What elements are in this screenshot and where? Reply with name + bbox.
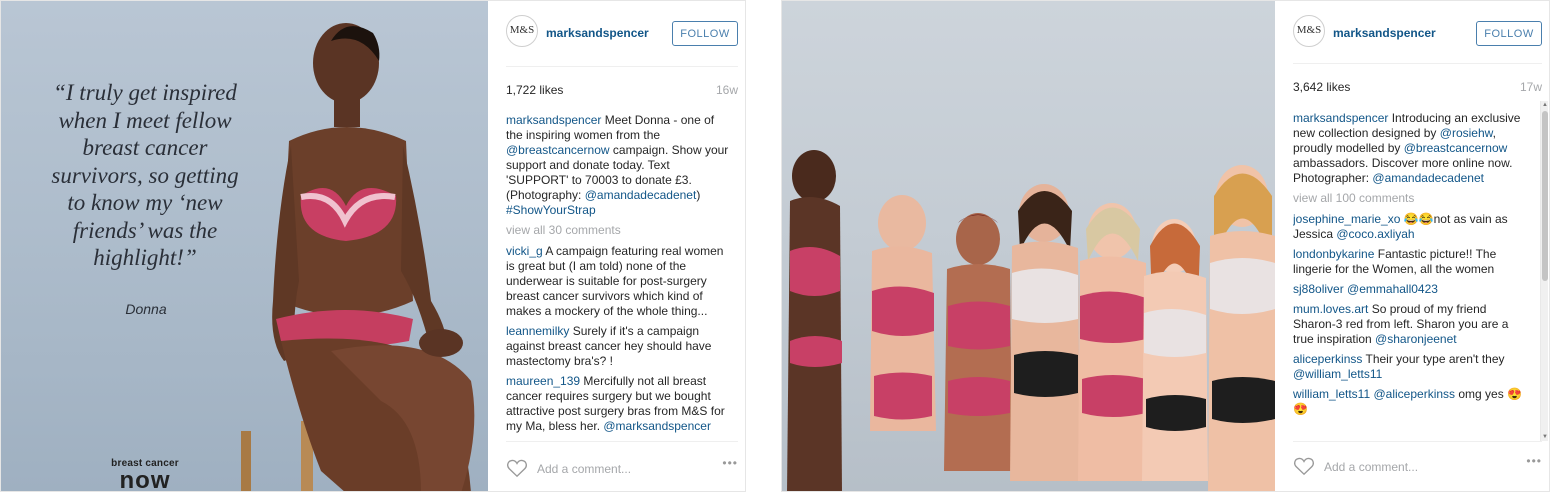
post-header: M&S marksandspencer FOLLOW (506, 13, 738, 57)
campaign-quote: “I truly get inspired when I meet fellow… (51, 80, 239, 270)
model-figures (787, 150, 1275, 491)
likes-count[interactable]: 3,642 likes (1293, 80, 1350, 94)
caption-username[interactable]: marksandspencer (506, 113, 601, 127)
post-age: 17w (1519, 80, 1542, 94)
comment-item: aliceperkinss Their your type aren't the… (1293, 352, 1532, 382)
comment-item: josephine_marie_xo 😂😂not as vain as Jess… (1293, 212, 1532, 242)
post-header: M&S marksandspencer FOLLOW (1293, 13, 1542, 57)
mention-link[interactable]: @sharonjeenet (1375, 332, 1457, 346)
more-options-icon[interactable]: ••• (722, 456, 738, 470)
add-comment-input[interactable]: Add a comment... (537, 462, 631, 476)
comment-username[interactable]: londonbykarine (1293, 247, 1374, 261)
comment-item: mum.loves.art So proud of my friend Shar… (1293, 302, 1532, 347)
mention-link[interactable]: @coco.axliyah (1336, 227, 1414, 241)
likes-count[interactable]: 1,722 likes (506, 83, 563, 97)
avatar[interactable]: M&S (506, 15, 538, 47)
comments-scrollbar[interactable]: ▲ ▼ (1540, 101, 1548, 441)
follow-button[interactable]: FOLLOW (672, 21, 738, 46)
header-divider (506, 66, 738, 67)
footer-divider (506, 441, 738, 442)
mention-link[interactable]: @rosiehw (1440, 126, 1493, 140)
mention-link[interactable]: @william_letts11 (1293, 367, 1382, 381)
comment-item: leannemilky Surely if it's a campaign ag… (506, 324, 734, 369)
caption-username[interactable]: marksandspencer (1293, 111, 1388, 125)
comment-username[interactable]: leannemilky (506, 324, 569, 338)
comments-list: marksandspencer Introducing an exclusive… (1293, 111, 1532, 436)
comment-username[interactable]: vicki_g (506, 244, 543, 258)
post-meta: 3,642 likes 17w (1293, 80, 1542, 96)
heart-icon[interactable] (1293, 456, 1315, 476)
caption: marksandspencer Meet Donna - one of the … (506, 113, 734, 218)
breast-cancer-now-logo: breast cancer now (105, 458, 185, 491)
comment-text: Their your type aren't they (1362, 352, 1505, 366)
more-options-icon[interactable]: ••• (1526, 454, 1542, 468)
header-divider (1293, 63, 1542, 64)
add-comment-input[interactable]: Add a comment... (1324, 460, 1418, 474)
username-link[interactable]: marksandspencer (546, 26, 649, 40)
post-meta: 1,722 likes 16w (506, 83, 738, 99)
avatar-text: M&S (509, 24, 535, 36)
avatar[interactable]: M&S (1293, 15, 1325, 47)
post-photo[interactable] (782, 1, 1275, 491)
comment-item: londonbykarine Fantastic picture!! The l… (1293, 247, 1532, 277)
follow-button[interactable]: FOLLOW (1476, 21, 1542, 46)
comment-username[interactable]: maureen_139 (506, 374, 580, 388)
comment-username[interactable]: aliceperkinss (1293, 352, 1362, 366)
mention-link[interactable]: @marksandspencer (603, 419, 711, 433)
logo-main-text: now (119, 467, 171, 492)
post-photo[interactable]: “I truly get inspired when I meet fellow… (1, 1, 488, 491)
instagram-post-collection: M&S marksandspencer FOLLOW 3,642 likes 1… (781, 0, 1550, 492)
scroll-up-icon[interactable]: ▲ (1541, 101, 1549, 109)
post-side-panel: M&S marksandspencer FOLLOW 1,722 likes 1… (488, 1, 745, 491)
mention-link[interactable]: @breastcancernow (1404, 141, 1508, 155)
mention-link[interactable]: @amandadecadenet (585, 188, 697, 202)
post-side-panel: M&S marksandspencer FOLLOW 3,642 likes 1… (1275, 1, 1549, 491)
comment-username[interactable]: mum.loves.art (1293, 302, 1368, 316)
comment-username[interactable]: sj88oliver (1293, 282, 1344, 296)
avatar-text: M&S (1296, 24, 1322, 36)
view-all-comments-link[interactable]: view all 30 comments (506, 223, 734, 238)
quote-attribution: Donna (125, 301, 167, 317)
group-models-illustration (787, 150, 1275, 491)
comment-username[interactable]: william_letts11 (1293, 387, 1370, 401)
mention-link[interactable]: @emmahall0423 (1347, 282, 1438, 296)
mention-link[interactable]: @aliceperkinss (1373, 387, 1455, 401)
instagram-post-donna: “I truly get inspired when I meet fellow… (0, 0, 746, 492)
hashtag-link[interactable]: #ShowYourStrap (506, 203, 596, 217)
comment-bar: Add a comment... ••• (1293, 454, 1542, 480)
comments-list: marksandspencer Meet Donna - one of the … (506, 113, 734, 439)
mention-link[interactable]: @breastcancernow (506, 143, 610, 157)
comment-bar: Add a comment... ••• (506, 456, 738, 482)
comment-item: sj88oliver @emmahall0423 (1293, 282, 1532, 297)
comment-item: vicki_g A campaign featuring real women … (506, 244, 734, 319)
comment-username[interactable]: josephine_marie_xo (1293, 212, 1400, 226)
caption-text: ) (696, 188, 701, 202)
footer-divider (1293, 441, 1542, 442)
caption: marksandspencer Introducing an exclusive… (1293, 111, 1532, 186)
username-link[interactable]: marksandspencer (1333, 26, 1436, 40)
heart-icon[interactable] (506, 458, 528, 478)
comment-item: maureen_139 Mercifully not all breast ca… (506, 374, 734, 434)
view-all-comments-link[interactable]: view all 100 comments (1293, 191, 1532, 206)
scroll-down-icon[interactable]: ▼ (1541, 433, 1549, 441)
comment-item: william_letts11 @aliceperkinss omg yes 😍… (1293, 387, 1532, 417)
post-age: 16w (715, 83, 738, 97)
mention-link[interactable]: @amandadecadenet (1372, 171, 1484, 185)
scrollbar-thumb[interactable] (1542, 111, 1548, 281)
